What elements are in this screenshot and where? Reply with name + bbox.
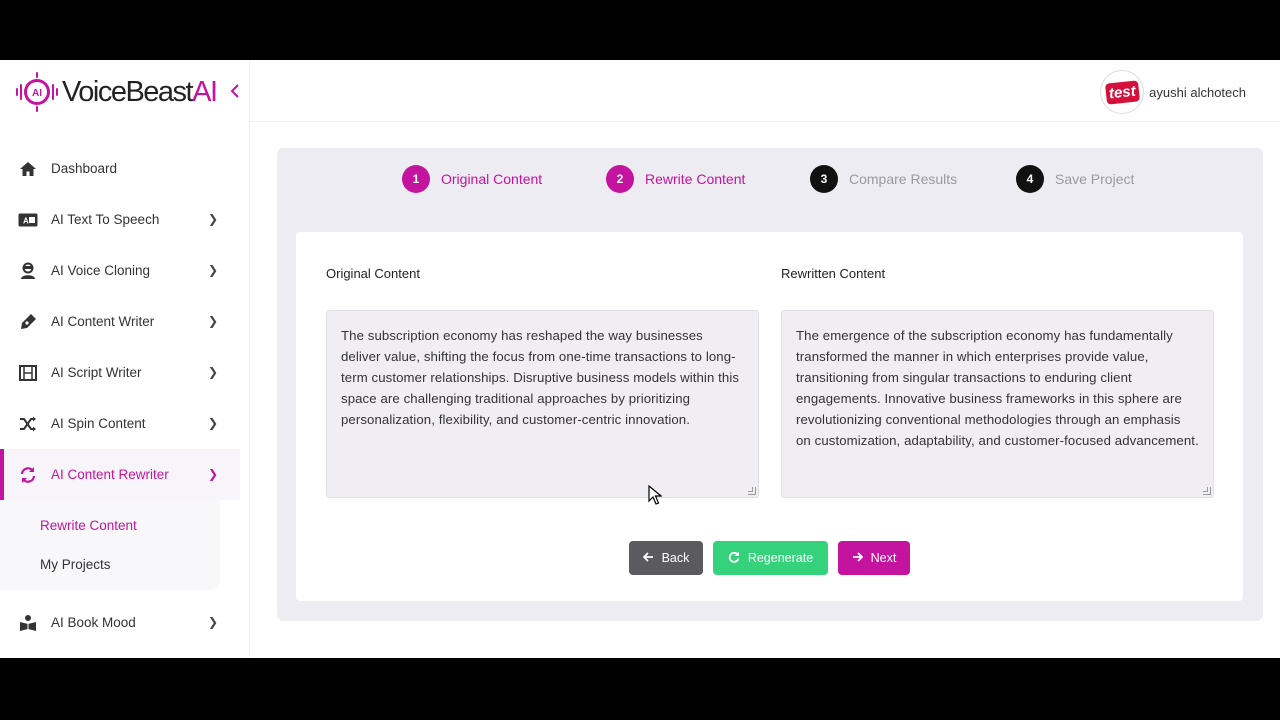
resize-handle-icon[interactable] [1203,487,1211,495]
chevron-right-icon: ❯ [208,365,219,379]
brand-name-main: VoiceBeast [62,75,194,108]
chevron-right-icon: ❯ [208,467,219,481]
back-button[interactable]: Back [629,541,703,575]
step-number: 2 [606,165,634,193]
sidebar-nav: Dashboard A AI Text To Speech ❯ AI Voice… [0,143,250,648]
user-menu[interactable]: test ayushi alchotech [1100,70,1246,114]
sidebar-item-label: AI Content Writer [51,314,155,329]
chevron-right-icon: ❯ [208,314,219,328]
sidebar-item-ai-spin-content[interactable]: AI Spin Content ❯ [0,398,250,449]
home-icon [18,159,38,179]
step-label: Compare Results [849,171,958,187]
resize-handle-icon[interactable] [748,487,756,495]
chevron-right-icon: ❯ [208,263,219,277]
step-original-content[interactable]: 1 Original Content [402,165,542,193]
next-button[interactable]: Next [838,541,910,575]
chevron-left-icon [230,84,239,98]
regenerate-button-label: Regenerate [747,551,814,565]
content-rewriter-submenu: Rewrite Content My Projects [0,500,220,590]
sidebar-item-label: AI Text To Speech [51,212,160,227]
chevron-right-icon: ❯ [208,615,219,629]
brand-logo[interactable]: AI VoiceBeastAI [14,68,218,116]
pen-icon [18,312,38,332]
logo-ai-text: AI [32,88,42,99]
film-icon [18,363,38,383]
sidebar-item-label: AI Spin Content [51,416,146,431]
arrow-right-icon [852,551,863,565]
sidebar-item-ai-content-rewriter[interactable]: AI Content Rewriter ❯ [0,449,240,500]
step-compare-results[interactable]: 3 Compare Results [810,165,957,193]
original-content-textarea[interactable]: The subscription economy has reshaped th… [326,310,759,498]
sidebar-item-label: AI Content Rewriter [51,467,169,482]
top-header: test ayushi alchotech [250,60,1280,122]
step-rewrite-content[interactable]: 2 Rewrite Content [606,165,745,193]
sidebar-item-label: AI Script Writer [51,365,142,380]
sidebar: AI VoiceBeastAI Dashboard A AI Text To S… [0,60,250,658]
sidebar-item-ai-text-to-speech[interactable]: A AI Text To Speech ❯ [0,194,250,245]
sidebar-item-dashboard[interactable]: Dashboard [0,143,250,194]
sidebar-item-ai-book-mood[interactable]: AI Book Mood ❯ [0,597,250,648]
progress-stepper: 1 Original Content 2 Rewrite Content 3 C… [277,165,1263,195]
voicebeast-logo-icon: AI [14,69,60,115]
back-button-label: Back [661,551,690,565]
sidebar-item-ai-voice-cloning[interactable]: AI Voice Cloning ❯ [0,245,250,296]
chevron-right-icon: ❯ [208,212,219,226]
step-label: Original Content [441,171,543,187]
svg-text:A: A [23,216,29,225]
step-label: Rewrite Content [645,171,746,187]
brand-name: VoiceBeastAI [62,75,218,109]
action-buttons: Back Regenerate Next [296,541,1243,575]
sync-icon [18,465,38,485]
submenu-item-rewrite-content[interactable]: Rewrite Content [0,506,220,545]
book-reader-icon [18,613,38,633]
step-label: Save Project [1055,171,1135,187]
shuffle-icon [18,414,38,434]
chevron-right-icon: ❯ [208,416,219,430]
collapse-sidebar-button[interactable] [224,80,246,102]
sidebar-item-label: Dashboard [51,161,118,176]
regenerate-button[interactable]: Regenerate [713,541,828,575]
step-number: 4 [1016,165,1044,193]
sidebar-item-label: AI Book Mood [51,615,136,630]
redo-icon [728,551,740,566]
next-button-label: Next [870,551,897,565]
rewritten-content-text: The emergence of the subscription econom… [796,328,1199,448]
step-number: 1 [402,165,430,193]
sidebar-item-label: AI Voice Cloning [51,263,151,278]
user-clone-icon [18,261,38,281]
step-number: 3 [810,165,838,193]
mouse-cursor-icon [648,485,662,505]
brand-name-suffix: AI [192,75,218,108]
app-screen: AI VoiceBeastAI Dashboard A AI Text To S… [0,60,1280,658]
sidebar-item-ai-content-writer[interactable]: AI Content Writer ❯ [0,296,250,347]
original-content-label: Original Content [326,266,420,281]
submenu-item-my-projects[interactable]: My Projects [0,545,220,584]
sidebar-item-ai-script-writer[interactable]: AI Script Writer ❯ [0,347,250,398]
step-save-project[interactable]: 4 Save Project [1016,165,1134,193]
text-speech-icon: A [18,210,38,230]
rewritten-content-textarea[interactable]: The emergence of the subscription econom… [781,310,1214,498]
rewritten-content-label: Rewritten Content [781,266,886,281]
avatar: test [1100,70,1145,114]
content-card: Original Content Rewritten Content The s… [296,232,1243,601]
avatar-text: test [1104,79,1140,105]
original-content-text: The subscription economy has reshaped th… [341,328,740,427]
user-name: ayushi alchotech [1149,84,1246,100]
arrow-left-icon [642,551,654,565]
rewriter-panel: 1 Original Content 2 Rewrite Content 3 C… [277,148,1263,621]
